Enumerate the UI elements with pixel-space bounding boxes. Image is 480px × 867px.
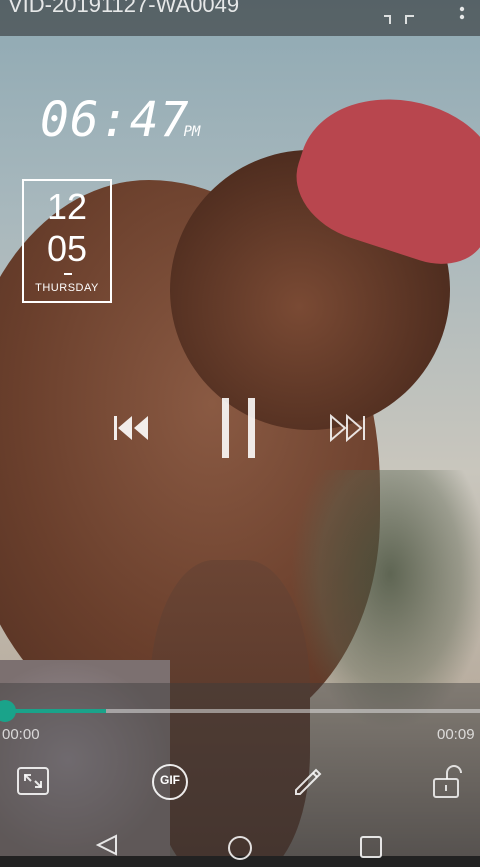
- clock-ampm: PM: [183, 124, 201, 140]
- video-title: VID-20191127-WA0049: [8, 0, 240, 17]
- back-icon: [95, 834, 117, 856]
- overlay-date: 12 05 THURSDAY: [22, 179, 112, 303]
- overlay-clock: 06:47PM: [40, 92, 200, 148]
- gif-button[interactable]: GIF: [152, 764, 188, 800]
- pencil-icon: [295, 768, 322, 795]
- edit-button[interactable]: [292, 764, 326, 798]
- previous-button[interactable]: [110, 410, 154, 446]
- clock-time: 06:47: [40, 92, 190, 148]
- fullscreen-icon: [17, 767, 49, 795]
- unlock-icon: [433, 765, 462, 798]
- pause-button[interactable]: [216, 396, 262, 460]
- home-icon: [228, 836, 252, 860]
- skip-next-icon: [330, 413, 365, 443]
- total-time: 00:09: [437, 726, 475, 743]
- date-divider: [64, 273, 72, 275]
- recent-apps-button[interactable]: [358, 834, 384, 860]
- back-button[interactable]: [94, 834, 120, 856]
- skip-previous-icon: [114, 416, 148, 440]
- pause-icon: [222, 398, 255, 458]
- next-button[interactable]: [325, 410, 371, 446]
- recent-apps-icon: [360, 836, 382, 858]
- date-line-1: 12: [46, 186, 88, 227]
- gif-label: GIF: [160, 773, 180, 787]
- current-time: 00:00: [2, 726, 40, 743]
- crop-icon[interactable]: [382, 6, 416, 28]
- more-vert-icon[interactable]: [456, 4, 468, 28]
- lock-button[interactable]: [430, 764, 464, 800]
- seek-bar-progress: [6, 709, 106, 713]
- date-weekday: THURSDAY: [35, 282, 99, 294]
- top-bar: VID-20191127-WA0049: [0, 0, 480, 36]
- fullscreen-button[interactable]: [16, 764, 50, 798]
- home-button[interactable]: [226, 834, 254, 862]
- date-line-2: 05: [46, 228, 88, 269]
